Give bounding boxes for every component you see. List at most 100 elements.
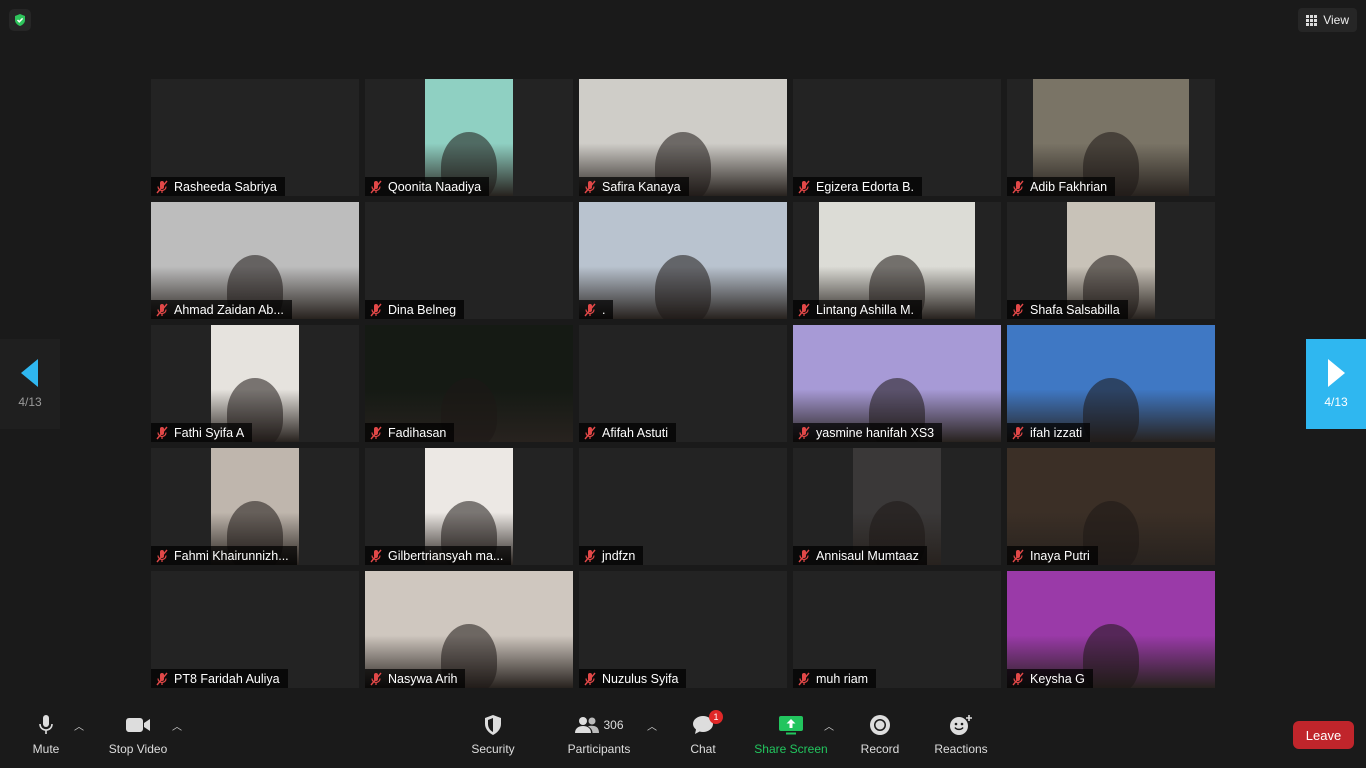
participant-nameplate: Keysha G [1007,669,1093,688]
audio-options-caret[interactable]: ︿ [74,718,84,733]
participants-options-caret[interactable]: ︿ [647,718,657,733]
reactions-smiley-icon [950,715,972,735]
participant-tile[interactable]: Nasywa Arih [365,571,573,688]
record-label: Record [860,742,900,756]
video-options-caret[interactable]: ︿ [172,718,182,733]
participant-name: PT8 Faridah Auliya [174,671,280,686]
mic-muted-icon [369,672,383,686]
participant-nameplate: Fathi Syifa A [151,423,253,442]
participant-name: Safira Kanaya [602,179,681,194]
previous-page-button[interactable]: 4/13 [0,339,60,429]
participant-name: Gilbertriansyah ma... [388,548,504,563]
mic-muted-icon [1011,426,1025,440]
participant-head-silhouette [655,255,711,319]
participant-name: Annisaul Mumtaaz [816,548,919,563]
participant-tile[interactable]: muh riam [793,571,1001,688]
reactions-label: Reactions [934,742,988,756]
stop-video-button[interactable]: Stop Video [106,712,170,766]
record-icon [870,715,890,735]
participant-nameplate: ifah izzati [1007,423,1091,442]
participants-icon [575,717,600,733]
participants-count: 306 [603,718,624,732]
stop-video-label: Stop Video [108,742,168,756]
participant-tile[interactable]: Inaya Putri [1007,448,1215,565]
participant-tile[interactable]: Shafa Salsabilla [1007,202,1215,319]
participant-nameplate: Rasheeda Sabriya [151,177,285,196]
participant-tile[interactable]: . [579,202,787,319]
participant-name: Afifah Astuti [602,425,669,440]
participant-nameplate: . [579,300,614,319]
participant-tile[interactable]: Afifah Astuti [579,325,787,442]
participant-tile[interactable]: Qoonita Naadiya [365,79,573,196]
participant-nameplate: muh riam [793,669,877,688]
security-button[interactable]: Security [468,712,518,766]
participant-tile[interactable]: Egizera Edorta B. [793,79,1001,196]
mic-muted-icon [583,426,597,440]
mic-muted-icon [583,549,597,563]
participant-tile[interactable]: Adib Fakhrian [1007,79,1215,196]
security-shield-icon[interactable] [9,9,31,31]
participant-nameplate: Afifah Astuti [579,423,677,442]
participant-name: Fadihasan [388,425,447,440]
participant-tile[interactable]: Keysha G [1007,571,1215,688]
participant-tile[interactable]: Nuzulus Syifa [579,571,787,688]
mic-muted-icon [155,180,169,194]
share-screen-button[interactable]: Share Screen [754,712,828,766]
microphone-icon [39,715,53,734]
participant-tile[interactable]: Rasheeda Sabriya [151,79,359,196]
mic-muted-icon [369,180,383,194]
participant-nameplate: Nuzulus Syifa [579,669,687,688]
participant-tile[interactable]: Safira Kanaya [579,79,787,196]
mic-muted-icon [155,549,169,563]
view-label: View [1323,13,1349,27]
view-button[interactable]: View [1298,8,1357,32]
participant-name: Adib Fakhrian [1030,179,1108,194]
security-shield-icon [485,715,501,735]
mic-muted-icon [797,303,811,317]
participant-nameplate: Inaya Putri [1007,546,1098,565]
share-options-caret[interactable]: ︿ [824,718,834,733]
top-bar: View [0,0,1366,40]
participants-label: Participants [567,742,631,756]
participant-tile[interactable]: jndfzn [579,448,787,565]
next-page-button[interactable]: 4/13 [1306,339,1366,429]
participant-tile[interactable]: ifah izzati [1007,325,1215,442]
participant-tile[interactable]: Dina Belneg [365,202,573,319]
participant-head-silhouette [1083,378,1139,442]
participant-name: . [602,302,606,317]
participant-tile[interactable]: Lintang Ashilla M. [793,202,1001,319]
grid-view-icon [1306,14,1318,26]
participant-tile[interactable]: Fadihasan [365,325,573,442]
page-indicator-right: 4/13 [1324,395,1348,409]
participant-nameplate: Nasywa Arih [365,669,466,688]
record-button[interactable]: Record [858,712,902,766]
participant-name: Nasywa Arih [388,671,458,686]
participant-tile[interactable]: yasmine hanifah XS3 [793,325,1001,442]
participant-tile[interactable]: Annisaul Mumtaaz [793,448,1001,565]
mute-button[interactable]: Mute [26,712,66,766]
mic-muted-icon [369,549,383,563]
participant-nameplate: Safira Kanaya [579,177,689,196]
participants-button[interactable]: 306 Participants [566,712,632,766]
leave-button[interactable]: Leave [1293,721,1354,749]
participant-tile[interactable]: Ahmad Zaidan Ab... [151,202,359,319]
reactions-button[interactable]: Reactions [932,712,990,766]
participant-tile[interactable]: Gilbertriansyah ma... [365,448,573,565]
meeting-toolbar: Mute ︿ Stop Video ︿ Security 306 Partici… [0,708,1366,768]
participant-tile[interactable]: Fathi Syifa A [151,325,359,442]
mic-muted-icon [583,303,597,317]
participant-nameplate: Gilbertriansyah ma... [365,546,512,565]
participant-name: Inaya Putri [1030,548,1090,563]
participant-name: jndfzn [602,548,636,563]
chat-button[interactable]: 1 Chat [685,710,723,766]
participant-name: Fahmi Khairunnizh... [174,548,289,563]
participant-tile[interactable]: PT8 Faridah Auliya [151,571,359,688]
arrow-left-icon [21,359,38,387]
participant-nameplate: Dina Belneg [365,300,465,319]
participant-nameplate: Egizera Edorta B. [793,177,922,196]
participant-nameplate: PT8 Faridah Auliya [151,669,288,688]
participant-tile[interactable]: Fahmi Khairunnizh... [151,448,359,565]
participant-nameplate: Adib Fakhrian [1007,177,1116,196]
participant-nameplate: Annisaul Mumtaaz [793,546,927,565]
participant-name: yasmine hanifah XS3 [816,425,935,440]
